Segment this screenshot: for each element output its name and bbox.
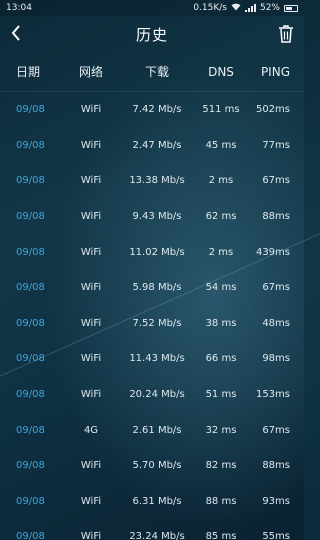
status-bar: 13:04 0.15K/s 52%	[0, 0, 304, 16]
row-network: WiFi	[80, 211, 102, 223]
row-date: 09/08	[16, 211, 45, 223]
page-title: 历史	[135, 25, 168, 44]
row-download: 5.70 Mb/s	[132, 460, 182, 472]
row-ping: 55ms	[262, 531, 290, 540]
row-date: 09/08	[16, 531, 45, 540]
back-button[interactable]	[10, 22, 34, 46]
row-ping: 67ms	[262, 282, 290, 294]
table-row[interactable]: 09/08 WiFi 5.70 Mb/s 82 ms 88ms	[0, 448, 304, 484]
column-header-download: 下载	[144, 65, 169, 79]
row-dns: 2 ms	[208, 175, 234, 187]
table-row[interactable]: 09/08 WiFi 23.24 Mb/s 85 ms 55ms	[0, 519, 304, 540]
row-date: 09/08	[16, 175, 45, 187]
table-row[interactable]: 09/08 WiFi 11.43 Mb/s 66 ms 98ms	[0, 341, 304, 377]
row-dns: 85 ms	[205, 531, 237, 540]
delete-history-button[interactable]	[270, 25, 294, 43]
row-download: 2.47 Mb/s	[132, 139, 182, 151]
row-download: 11.43 Mb/s	[129, 353, 185, 365]
row-date: 09/08	[16, 389, 45, 401]
row-ping: 77ms	[262, 139, 290, 151]
row-date: 09/08	[16, 424, 45, 436]
app-bar: 历史	[0, 16, 304, 52]
row-ping: 153ms	[255, 389, 290, 401]
row-download: 7.52 Mb/s	[132, 317, 182, 329]
row-ping: 67ms	[262, 424, 290, 436]
row-ping: 502ms	[255, 104, 290, 116]
row-network: WiFi	[80, 139, 102, 151]
wifi-icon	[231, 3, 241, 14]
row-download: 20.24 Mb/s	[129, 389, 185, 401]
row-download: 23.24 Mb/s	[129, 531, 185, 540]
trash-icon	[278, 25, 293, 43]
table-row[interactable]: 09/08 WiFi 7.52 Mb/s 38 ms 48ms	[0, 306, 304, 342]
row-download: 9.43 Mb/s	[132, 211, 182, 223]
status-right-group: 0.15K/s 52%	[193, 3, 298, 14]
network-speed: 0.15K/s	[193, 3, 227, 13]
row-download: 7.42 Mb/s	[132, 104, 182, 116]
row-dns: 54 ms	[205, 282, 237, 294]
row-dns: 45 ms	[205, 139, 237, 151]
column-header-network: 网络	[78, 65, 103, 79]
column-header-date: 日期	[16, 65, 41, 79]
table-header: 日期 网络 下载 DNS PING	[0, 52, 304, 92]
row-ping: 48ms	[262, 317, 290, 329]
table-row[interactable]: 09/08 WiFi 6.31 Mb/s 88 ms 93ms	[0, 484, 304, 520]
row-network: WiFi	[80, 104, 102, 116]
row-date: 09/08	[16, 104, 45, 116]
row-ping: 88ms	[262, 460, 290, 472]
table-row[interactable]: 09/08 WiFi 20.24 Mb/s 51 ms 153ms	[0, 377, 304, 413]
row-dns: 511 ms	[202, 104, 240, 116]
row-network: WiFi	[80, 317, 102, 329]
row-dns: 66 ms	[205, 353, 237, 365]
row-network: WiFi	[80, 246, 102, 258]
row-dns: 2 ms	[208, 246, 234, 258]
row-network: WiFi	[80, 282, 102, 294]
status-time: 13:04	[6, 3, 32, 13]
row-date: 09/08	[16, 317, 45, 329]
row-date: 09/08	[16, 495, 45, 507]
signal-icon	[244, 4, 256, 12]
row-network: 4G	[83, 424, 99, 436]
chevron-left-icon	[11, 25, 20, 41]
row-ping: 98ms	[262, 353, 290, 365]
row-dns: 82 ms	[205, 460, 237, 472]
row-network: WiFi	[80, 353, 102, 365]
table-row[interactable]: 09/08 WiFi 7.42 Mb/s 511 ms 502ms	[0, 92, 304, 128]
row-date: 09/08	[16, 460, 45, 472]
row-dns: 88 ms	[205, 495, 237, 507]
row-download: 6.31 Mb/s	[132, 495, 182, 507]
row-date: 09/08	[16, 246, 45, 258]
row-dns: 51 ms	[205, 389, 237, 401]
row-network: WiFi	[80, 175, 102, 187]
row-ping: 88ms	[262, 211, 290, 223]
row-dns: 32 ms	[205, 424, 237, 436]
row-network: WiFi	[80, 495, 102, 507]
battery-percent: 52%	[259, 3, 280, 13]
row-network: WiFi	[80, 460, 102, 472]
row-download: 5.98 Mb/s	[132, 282, 182, 294]
row-ping: 93ms	[262, 495, 290, 507]
battery-icon	[284, 4, 298, 12]
row-network: WiFi	[80, 531, 102, 540]
row-ping: 67ms	[262, 175, 290, 187]
history-list[interactable]: 09/08 WiFi 7.42 Mb/s 511 ms 502ms 09/08 …	[0, 92, 304, 540]
row-download: 11.02 Mb/s	[129, 246, 185, 258]
table-row[interactable]: 09/08 WiFi 2.47 Mb/s 45 ms 77ms	[0, 128, 304, 164]
row-download: 13.38 Mb/s	[129, 175, 185, 187]
row-dns: 62 ms	[205, 211, 237, 223]
row-download: 2.61 Mb/s	[132, 424, 182, 436]
row-date: 09/08	[16, 282, 45, 294]
table-row[interactable]: 09/08 WiFi 11.02 Mb/s 2 ms 439ms	[0, 234, 304, 270]
column-header-ping: PING	[260, 64, 290, 79]
row-network: WiFi	[80, 389, 102, 401]
table-row[interactable]: 09/08 4G 2.61 Mb/s 32 ms 67ms	[0, 412, 304, 448]
column-header-dns: DNS	[208, 64, 234, 79]
table-row[interactable]: 09/08 WiFi 13.38 Mb/s 2 ms 67ms	[0, 163, 304, 199]
row-dns: 38 ms	[205, 317, 237, 329]
table-row[interactable]: 09/08 WiFi 5.98 Mb/s 54 ms 67ms	[0, 270, 304, 306]
table-row[interactable]: 09/08 WiFi 9.43 Mb/s 62 ms 88ms	[0, 199, 304, 235]
row-date: 09/08	[16, 139, 45, 151]
